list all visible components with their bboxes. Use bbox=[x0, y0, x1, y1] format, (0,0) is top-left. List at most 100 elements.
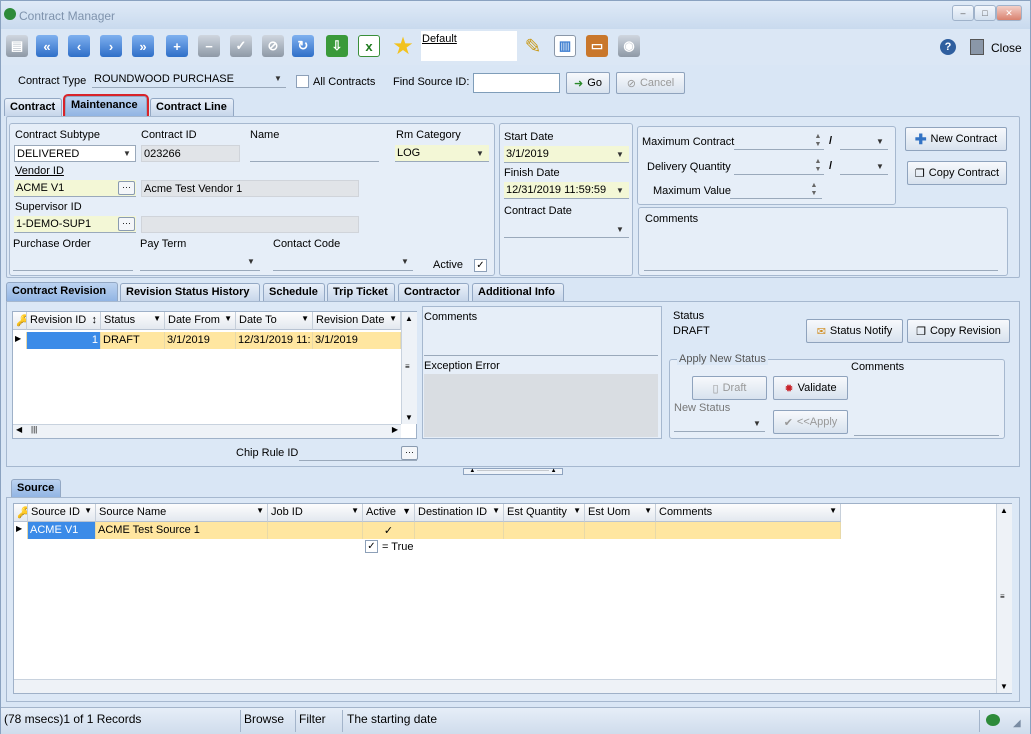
max-value-spinner[interactable]: ▲ ▼ bbox=[808, 182, 820, 199]
cancel-find-button[interactable]: ⊘ Cancel bbox=[616, 72, 685, 94]
report-icon[interactable]: ▥ bbox=[551, 32, 579, 60]
validate-button[interactable]: ✹ Validate bbox=[773, 376, 848, 400]
tab-contract-revision[interactable]: Contract Revision bbox=[6, 282, 118, 302]
post-edit-icon[interactable]: ✓ bbox=[227, 32, 255, 60]
pay-term-select[interactable] bbox=[140, 254, 260, 271]
add-record-icon[interactable]: + bbox=[163, 32, 191, 60]
start-date-field[interactable]: 3/1/2019 bbox=[504, 146, 629, 163]
chevron-down-icon[interactable]: ▼ bbox=[271, 72, 285, 86]
copy-revision-button[interactable]: ❐ Copy Revision bbox=[907, 319, 1010, 343]
close-window-button[interactable]: ✕ bbox=[996, 5, 1022, 21]
chevron-down-icon[interactable]: ▼ bbox=[398, 255, 412, 269]
chevron-down-icon[interactable]: ▼ bbox=[873, 160, 887, 174]
tab-maintenance[interactable]: Maintenance bbox=[63, 94, 149, 119]
col-job-id[interactable]: Job ID ▼ bbox=[268, 504, 363, 522]
delivery-qty-field[interactable] bbox=[734, 158, 824, 175]
apply-comments-field[interactable] bbox=[854, 419, 999, 436]
apply-button[interactable]: ✔ <<Apply bbox=[773, 410, 848, 434]
revision-grid[interactable]: 🔑 Revision ID↕ Status▼ Date From▼ Date T… bbox=[12, 311, 417, 439]
cell-date-from[interactable]: 3/1/2019 bbox=[165, 332, 236, 349]
layout-name-link[interactable]: Default bbox=[422, 33, 457, 45]
revision-comments-field[interactable] bbox=[424, 339, 658, 356]
chevron-down-icon[interactable]: ▼ bbox=[120, 147, 134, 161]
go-button[interactable]: ➜ Go bbox=[566, 72, 610, 94]
excel-icon[interactable]: x bbox=[355, 32, 383, 60]
col-destination-id[interactable]: Destination ID ▼ bbox=[415, 504, 504, 522]
max-contract-field[interactable] bbox=[734, 133, 824, 150]
cell-job-id[interactable] bbox=[268, 522, 363, 539]
col-active[interactable]: Active ▼ bbox=[363, 504, 415, 522]
tab-trip-ticket[interactable]: Trip Ticket bbox=[327, 283, 395, 301]
delivery-qty-spinner[interactable]: ▲ ▼ bbox=[812, 158, 824, 175]
col-est-quantity[interactable]: Est Quantity ▼ bbox=[504, 504, 585, 522]
chevron-down-icon[interactable]: ▼ bbox=[613, 223, 627, 237]
col-est-uom[interactable]: Est Uom ▼ bbox=[585, 504, 656, 522]
col-revision-date[interactable]: Revision Date ▼ bbox=[313, 312, 401, 330]
chevron-down-icon[interactable]: ▼ bbox=[613, 148, 627, 162]
print-icon[interactable]: ▤ bbox=[3, 32, 31, 60]
vendor-id-label[interactable]: Vendor ID bbox=[15, 165, 64, 177]
refresh-icon[interactable]: ↻ bbox=[289, 32, 317, 60]
cell-destination-id[interactable] bbox=[415, 522, 504, 539]
chevron-down-icon[interactable]: ▼ bbox=[613, 184, 627, 198]
exit-door-icon[interactable] bbox=[970, 39, 984, 55]
col-date-to[interactable]: Date To ▼ bbox=[236, 312, 313, 330]
splitter-handle[interactable]: ▲ ···································· ▲ bbox=[463, 468, 563, 475]
tab-additional-info[interactable]: Additional Info bbox=[472, 283, 564, 301]
all-contracts-checkbox[interactable] bbox=[296, 75, 309, 88]
cell-revision-id[interactable]: 1 bbox=[27, 332, 101, 349]
active-checkbox[interactable]: ✓ bbox=[474, 259, 487, 272]
comments-field[interactable] bbox=[644, 254, 998, 271]
copy-contract-button[interactable]: ❐ Copy Contract bbox=[907, 161, 1007, 185]
cell-source-id[interactable]: ACME V1 bbox=[28, 522, 96, 539]
col-status[interactable]: Status ▼ bbox=[101, 312, 165, 330]
tab-contractor[interactable]: Contractor bbox=[398, 283, 469, 301]
contract-date-field[interactable] bbox=[504, 221, 629, 238]
resize-grip-icon[interactable]: ◢ bbox=[1013, 718, 1021, 729]
contract-subtype-select[interactable]: DELIVERED bbox=[14, 145, 136, 162]
cell-comments[interactable] bbox=[656, 522, 841, 539]
draft-button[interactable]: ▯ Draft bbox=[692, 376, 767, 400]
chevron-down-icon[interactable]: ▼ bbox=[873, 135, 887, 149]
cell-est-quantity[interactable] bbox=[504, 522, 585, 539]
minimize-button[interactable]: – bbox=[952, 5, 974, 21]
active-filter-checkbox[interactable]: ✓ bbox=[365, 540, 378, 553]
name-field[interactable] bbox=[250, 145, 379, 162]
revision-grid-vscroll[interactable]: ▲ ≡ ▼ bbox=[401, 312, 417, 424]
vendor-lookup-button[interactable]: ··· bbox=[118, 181, 135, 195]
finish-date-field[interactable]: 12/31/2019 11:59:59 bbox=[504, 182, 629, 199]
col-source-id[interactable]: Source ID ▼ bbox=[28, 504, 96, 522]
export-icon[interactable]: ⇩ bbox=[323, 32, 351, 60]
maximize-button[interactable]: □ bbox=[974, 5, 996, 21]
edit-pencil-icon[interactable]: ✎ bbox=[519, 32, 547, 60]
camera-icon[interactable]: ◉ bbox=[615, 32, 643, 60]
chevron-down-icon[interactable]: ▼ bbox=[473, 147, 487, 161]
col-comments[interactable]: Comments ▼ bbox=[656, 504, 841, 522]
max-contract-spinner[interactable]: ▲ ▼ bbox=[812, 133, 824, 150]
cell-status[interactable]: DRAFT bbox=[101, 332, 165, 349]
tab-revision-status-history[interactable]: Revision Status History bbox=[120, 283, 260, 301]
favorite-star-icon[interactable]: ★ bbox=[389, 32, 417, 60]
briefcase-icon[interactable]: ▭ bbox=[583, 32, 611, 60]
source-grid-vscroll[interactable]: ▲ ≡ ▼ bbox=[996, 504, 1012, 693]
cell-est-uom[interactable] bbox=[585, 522, 656, 539]
source-grid[interactable]: 🔑 Source ID▼ Source Name▼ Job ID▼ Active… bbox=[13, 503, 1012, 694]
col-source-name[interactable]: Source Name ▼ bbox=[96, 504, 268, 522]
close-label[interactable]: Close bbox=[991, 41, 1022, 55]
chevron-down-icon[interactable]: ▼ bbox=[244, 255, 258, 269]
source-grid-hscroll[interactable] bbox=[14, 679, 996, 693]
col-date-from[interactable]: Date From ▼ bbox=[165, 312, 236, 330]
new-contract-button[interactable]: ✚ New Contract bbox=[905, 127, 1007, 151]
status-notify-button[interactable]: ✉ Status Notify bbox=[806, 319, 903, 343]
tab-contract-line[interactable]: Contract Line bbox=[150, 98, 234, 116]
tab-source[interactable]: Source bbox=[11, 479, 61, 498]
cell-date-to[interactable]: 12/31/2019 11: bbox=[236, 332, 313, 349]
delete-record-icon[interactable]: − bbox=[195, 32, 223, 60]
revision-grid-hscroll[interactable]: ◀ ||| ▶ bbox=[13, 424, 401, 438]
chip-rule-field[interactable] bbox=[299, 444, 417, 461]
previous-record-icon[interactable]: ‹ bbox=[65, 32, 93, 60]
chip-rule-lookup-button[interactable]: ··· bbox=[401, 446, 418, 460]
purchase-order-field[interactable] bbox=[13, 254, 133, 271]
col-revision-id[interactable]: Revision ID ↕ bbox=[27, 312, 101, 330]
first-record-icon[interactable]: « bbox=[33, 32, 61, 60]
